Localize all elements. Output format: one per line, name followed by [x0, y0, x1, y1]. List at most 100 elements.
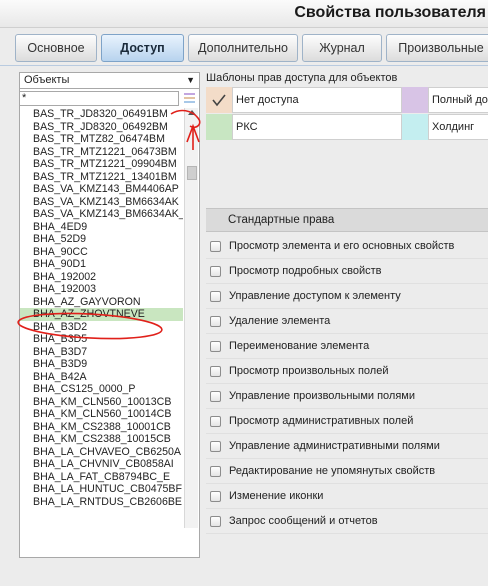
tab-access[interactable]: Доступ — [101, 34, 184, 62]
right-row: Просмотр произвольных полей — [206, 359, 488, 384]
scroll-up-arrow-icon[interactable] — [188, 110, 196, 115]
right-label: Просмотр административных полей — [229, 415, 414, 427]
object-list[interactable]: BAS_TR_JD8320_06491BM BAS_TR_JD8320_06492… — [20, 108, 183, 528]
template-no-access[interactable]: Нет доступа — [232, 87, 402, 113]
right-label: Управление доступом к элементу — [229, 290, 401, 302]
template-full-access[interactable]: Полный доступ — [428, 87, 488, 113]
list-item[interactable]: BAS_VA_KMZ143_BM6634AK_ — [20, 208, 183, 221]
tab-custom[interactable]: Произвольные — [386, 34, 488, 62]
template-rks-swatch[interactable] — [206, 114, 232, 140]
right-label: Просмотр элемента и его основных свойств — [229, 240, 455, 252]
window-title: Свойства пользователя — [294, 4, 486, 21]
list-item[interactable]: BHA_LA_RNTDUS_CB2606BE — [20, 496, 183, 509]
tab-additional[interactable]: Дополнительно — [188, 34, 298, 62]
right-label: Просмотр подробных свойств — [229, 265, 382, 277]
object-filter-input[interactable]: * — [19, 91, 179, 106]
right-checkbox[interactable] — [210, 391, 221, 402]
object-type-value: Объекты — [24, 74, 70, 86]
filter-stripe-1 — [184, 93, 195, 95]
right-label: Управление административными полями — [229, 440, 440, 452]
list-item[interactable]: BHA_B42A — [20, 371, 183, 384]
list-item[interactable]: BHA_B3D9 — [20, 358, 183, 371]
right-checkbox[interactable] — [210, 441, 221, 452]
template-holding[interactable]: Холдинг — [428, 114, 488, 140]
right-row: Переименование элемента — [206, 334, 488, 359]
checkmark-icon — [212, 94, 226, 107]
filter-stripe-2 — [184, 97, 195, 99]
list-item[interactable]: BAS_TR_MTZ82_06474BM — [20, 133, 183, 146]
list-item[interactable]: BHA_4ED9 — [20, 221, 183, 234]
list-item[interactable]: BHA_52D9 — [20, 233, 183, 246]
list-item[interactable]: BAS_TR_MTZ1221_06473BM — [20, 146, 183, 159]
right-checkbox[interactable] — [210, 316, 221, 327]
list-item[interactable]: BAS_VA_KMZ143_BM6634AK — [20, 196, 183, 209]
dropdown-arrow-icon: ▼ — [186, 75, 195, 85]
list-item[interactable]: BHA_KM_CLN560_10013CB — [20, 396, 183, 409]
right-row: Управление произвольными полями — [206, 384, 488, 409]
list-item[interactable]: BHA_192002 — [20, 271, 183, 284]
scroll-thumb[interactable] — [187, 166, 197, 180]
list-item[interactable]: BHA_90D1 — [20, 258, 183, 271]
right-label: Просмотр произвольных полей — [229, 365, 389, 377]
template-full-access-swatch[interactable] — [402, 87, 428, 113]
object-type-select[interactable]: Объекты ▼ — [19, 72, 200, 89]
right-row: Редактирование не упомянутых свойств — [206, 459, 488, 484]
rights-header: Стандартные права — [206, 208, 488, 232]
right-checkbox[interactable] — [210, 516, 221, 527]
title-bar: Свойства пользователя — [0, 0, 488, 28]
right-row: Изменение иконки — [206, 484, 488, 509]
list-item[interactable]: BHA_B3D2 — [20, 321, 183, 334]
templates-label: Шаблоны прав доступа для объектов — [206, 72, 398, 84]
list-item[interactable]: BAS_TR_MTZ1221_13401BM — [20, 171, 183, 184]
list-item[interactable]: BHA_LA_HUNTUC_CB0475BF — [20, 483, 183, 496]
right-label: Изменение иконки — [229, 490, 324, 502]
right-checkbox[interactable] — [210, 416, 221, 427]
right-checkbox[interactable] — [210, 491, 221, 502]
right-row: Удаление элемента — [206, 309, 488, 334]
list-item[interactable]: BHA_KM_CS2388_10015CB — [20, 433, 183, 446]
list-item[interactable]: BAS_TR_JD8320_06492BM — [20, 121, 183, 134]
right-label: Запрос сообщений и отчетов — [229, 515, 378, 527]
right-label: Удаление элемента — [229, 315, 331, 327]
right-checkbox[interactable] — [210, 266, 221, 277]
user-properties-window: Свойства пользователя Основное Доступ До… — [0, 0, 488, 586]
list-item[interactable]: BHA_AZ_GAYVORON — [20, 296, 183, 309]
list-item[interactable]: BHA_CS125_0000_P — [20, 383, 183, 396]
tab-bar: Основное Доступ Дополнительно Журнал Про… — [0, 28, 488, 66]
right-row: Просмотр административных полей — [206, 409, 488, 434]
right-row: Управление административными полями — [206, 434, 488, 459]
template-no-access-swatch[interactable] — [206, 87, 232, 113]
template-holding-swatch[interactable] — [402, 114, 428, 140]
right-checkbox[interactable] — [210, 341, 221, 352]
list-item[interactable]: BAS_VA_KMZ143_BM4406AP — [20, 183, 183, 196]
right-label: Редактирование не упомянутых свойств — [229, 465, 436, 477]
right-row: Запрос сообщений и отчетов — [206, 509, 488, 534]
tab-general[interactable]: Основное — [15, 34, 97, 62]
list-item[interactable]: BHA_LA_CHVNIV_CB0858AI — [20, 458, 183, 471]
right-row: Просмотр подробных свойств — [206, 259, 488, 284]
list-item[interactable]: BHA_LA_FAT_CB8794BC_E — [20, 471, 183, 484]
right-label: Переименование элемента — [229, 340, 370, 352]
list-item[interactable]: BAS_TR_MTZ1221_09904BM — [20, 158, 183, 171]
list-item[interactable]: BHA_90CC — [20, 246, 183, 259]
right-label: Управление произвольными полями — [229, 390, 415, 402]
right-checkbox[interactable] — [210, 241, 221, 252]
tab-log[interactable]: Журнал — [302, 34, 382, 62]
list-item[interactable]: BHA_AZ_ZHOVTNEVE — [20, 308, 183, 321]
right-checkbox[interactable] — [210, 366, 221, 377]
list-item[interactable]: BHA_B3D7 — [20, 346, 183, 359]
list-item[interactable]: BHA_B3D5 — [20, 333, 183, 346]
list-item[interactable]: BHA_KM_CS2388_10001CB — [20, 421, 183, 434]
list-item[interactable]: BHA_192003 — [20, 283, 183, 296]
template-row: РКС Холдинг — [206, 114, 488, 140]
list-item[interactable]: BHA_LA_CHVAVEO_CB6250A — [20, 446, 183, 459]
list-item[interactable]: BHA_KM_CLN560_10014CB — [20, 408, 183, 421]
filter-options-icon[interactable] — [182, 91, 198, 106]
template-row: Нет доступа Полный доступ — [206, 87, 488, 113]
list-scrollbar[interactable] — [184, 108, 198, 528]
list-item[interactable]: BAS_TR_JD8320_06491BM — [20, 108, 183, 121]
template-rks[interactable]: РКС — [232, 114, 402, 140]
right-checkbox[interactable] — [210, 466, 221, 477]
right-checkbox[interactable] — [210, 291, 221, 302]
filter-stripe-3 — [184, 101, 195, 103]
